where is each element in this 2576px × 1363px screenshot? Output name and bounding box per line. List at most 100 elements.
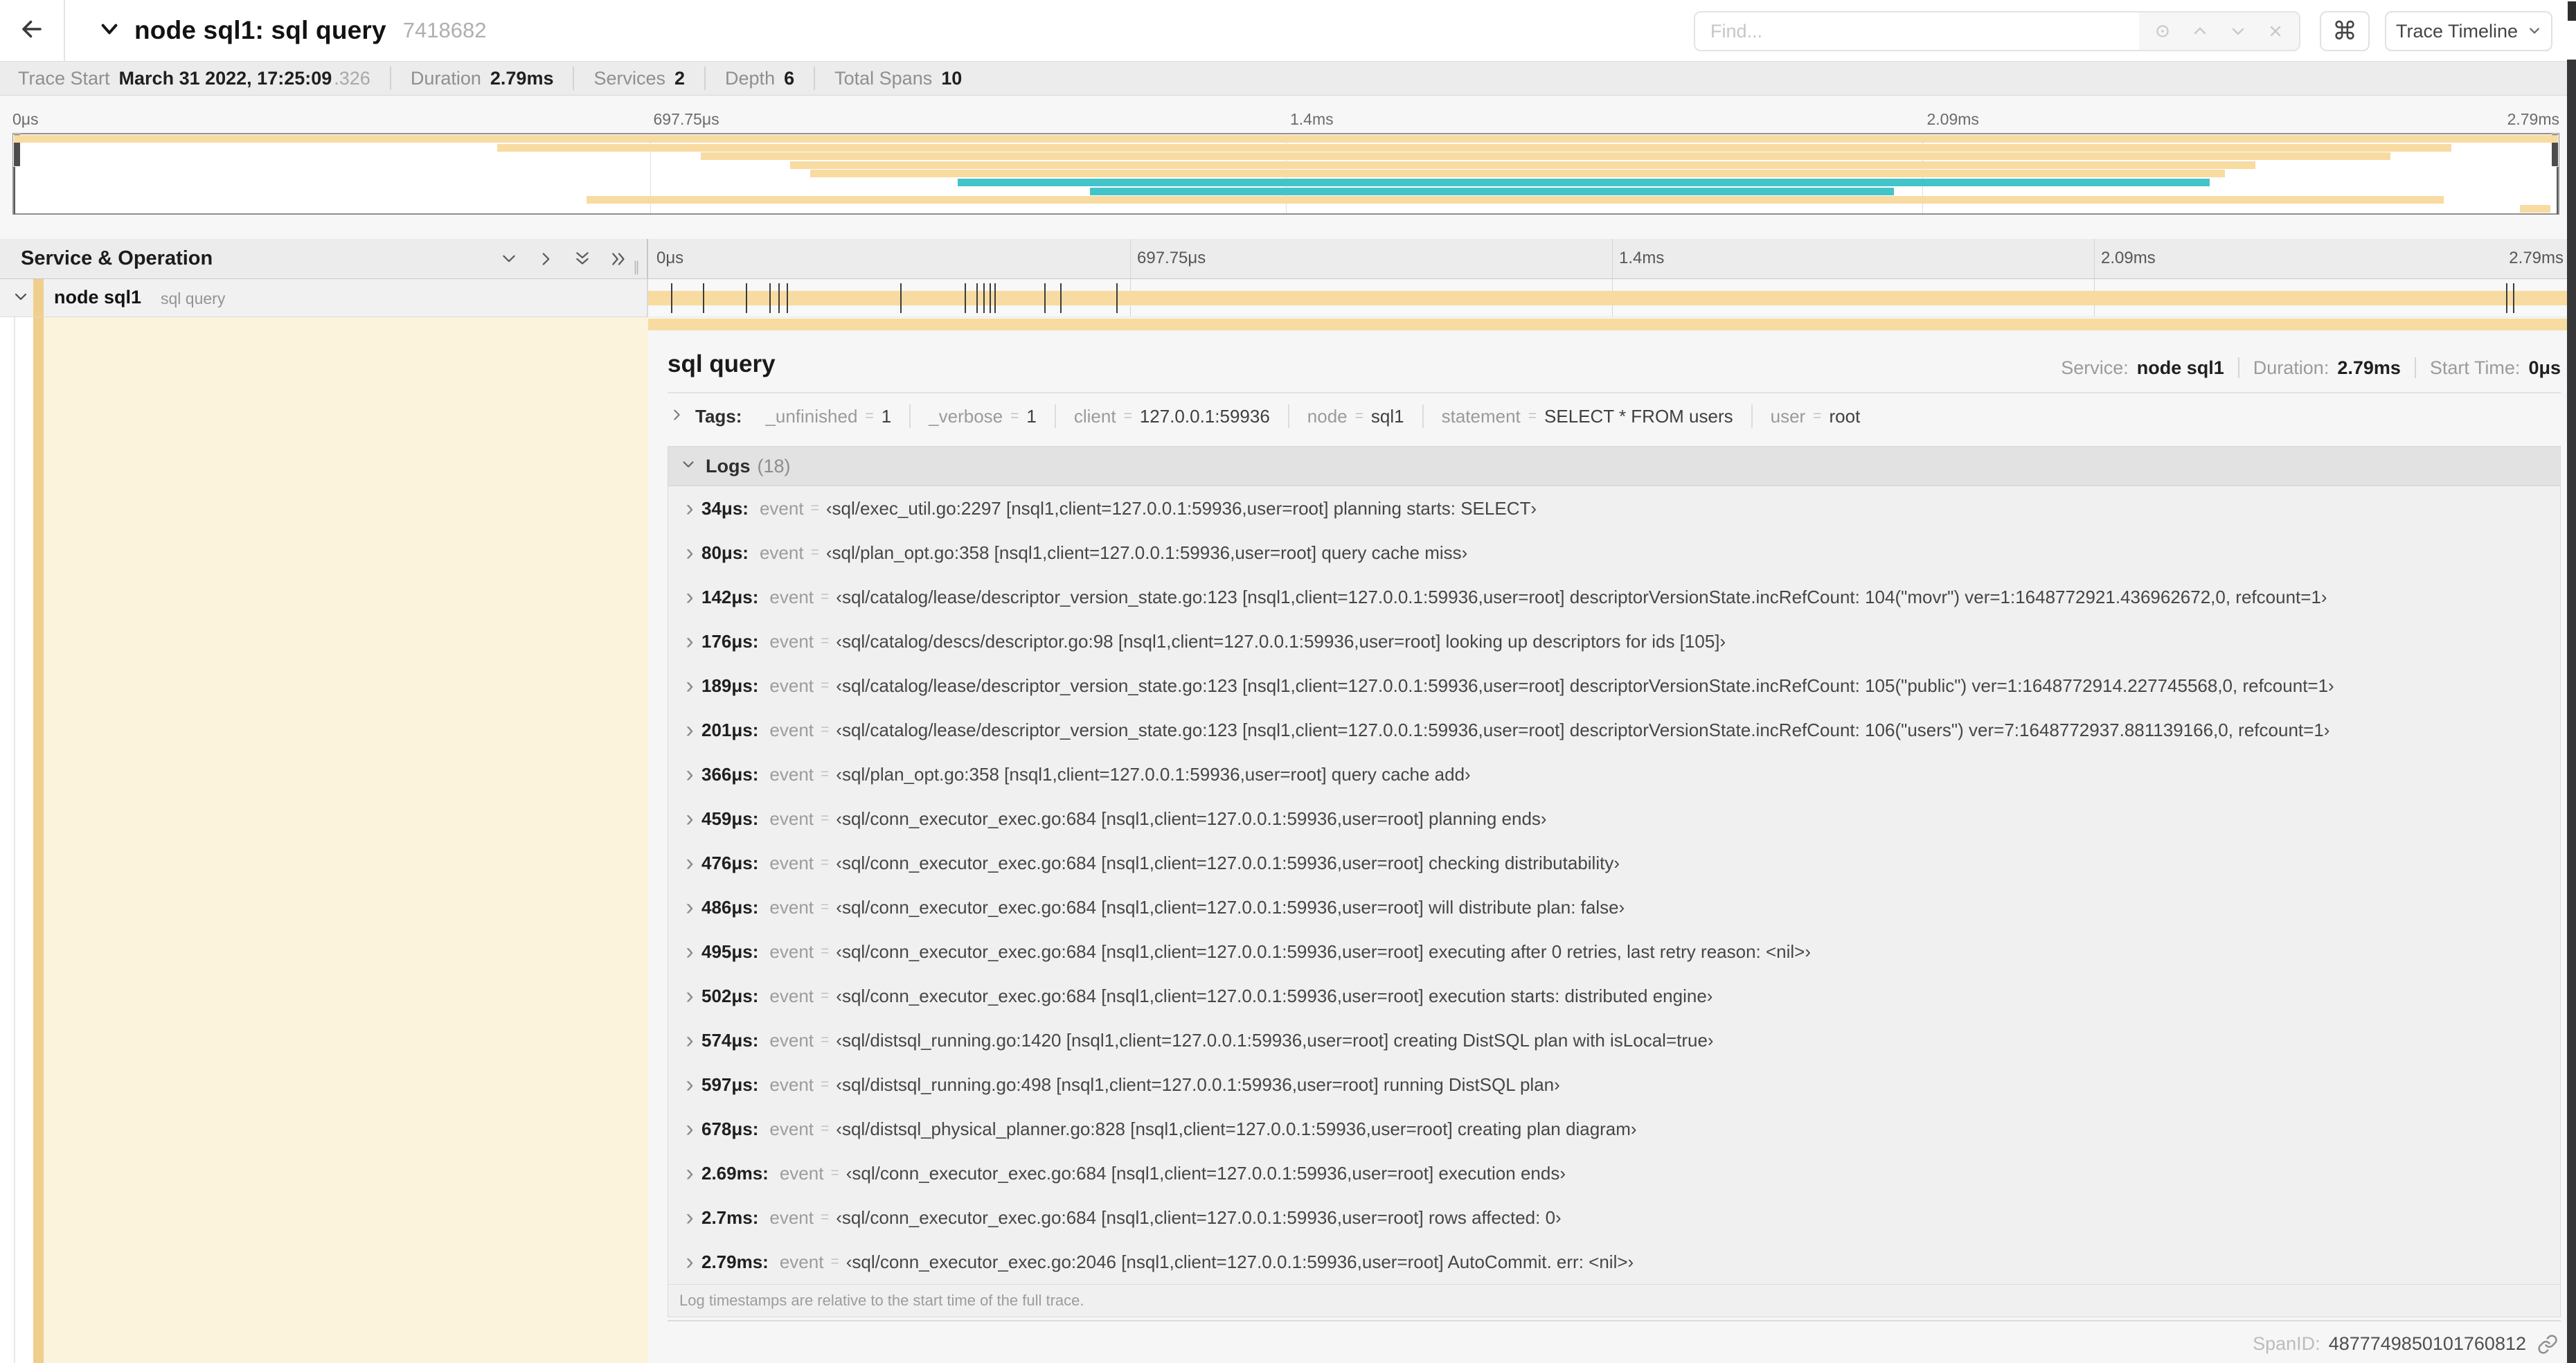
tag-equals: = — [1010, 408, 1019, 424]
log-entry[interactable]: › 597μs: event = ‹sql/distsql_running.go:498… — [668, 1062, 2560, 1107]
log-tick-mark — [976, 283, 978, 313]
tag-key: _unfinished — [765, 405, 858, 427]
log-field: event — [779, 1251, 824, 1272]
log-entry[interactable]: › 176μs: event = ‹sql/catalog/descs/descript… — [668, 619, 2560, 663]
log-entry[interactable]: › 486μs: event = ‹sql/conn_executor_exec.go:… — [668, 885, 2560, 929]
log-timestamp: 366μs: — [701, 763, 759, 785]
log-entry[interactable]: › 476μs: event = ‹sql/conn_executor_exec.go:… — [668, 841, 2560, 885]
log-value: ‹sql/distsql_running.go:498 [nsql1,clien… — [836, 1074, 1560, 1095]
log-timestamp: 574μs: — [701, 1029, 759, 1051]
log-value: ‹sql/conn_executor_exec.go:2046 [nsql1,c… — [846, 1251, 1634, 1272]
log-expand-chevron-icon[interactable]: › — [678, 807, 701, 830]
log-value: ‹sql/conn_executor_exec.go:684 [nsql1,cl… — [846, 1162, 1566, 1184]
log-entry[interactable]: › 495μs: event = ‹sql/conn_executor_exec.go:… — [668, 929, 2560, 974]
log-entry[interactable]: › 142μs: event = ‹sql/catalog/lease/descript… — [668, 575, 2560, 619]
log-entry[interactable]: › 189μs: event = ‹sql/catalog/lease/descript… — [668, 663, 2560, 708]
log-expand-chevron-icon[interactable]: › — [678, 630, 701, 653]
log-entry[interactable]: › 459μs: event = ‹sql/conn_executor_exec.go:… — [668, 796, 2560, 841]
log-entry[interactable]: › 678μs: event = ‹sql/distsql_physical_plann… — [668, 1107, 2560, 1151]
log-expand-chevron-icon[interactable]: › — [678, 585, 701, 609]
log-tick-mark — [786, 283, 788, 313]
log-timestamp: 459μs: — [701, 808, 759, 829]
log-expand-chevron-icon[interactable]: › — [678, 1250, 701, 1274]
log-equals: = — [821, 677, 830, 693]
detail-gutter-line — [14, 317, 15, 1363]
meta-duration: Duration: 2.79ms — [2237, 357, 2415, 378]
focus-match-icon[interactable] — [2149, 17, 2176, 45]
log-expand-chevron-icon[interactable]: › — [678, 896, 701, 919]
trace-timeline-page: node sql1: sql query 7418682 ⌘ Trace Tim… — [0, 0, 2576, 1363]
span-collapse-chevron-icon[interactable] — [12, 289, 29, 309]
log-expand-chevron-icon[interactable]: › — [678, 940, 701, 963]
minimap-span — [789, 161, 2255, 169]
tag-equals: = — [865, 408, 874, 424]
log-entry[interactable]: › 574μs: event = ‹sql/distsql_running.go:142… — [668, 1018, 2560, 1062]
log-expand-chevron-icon[interactable]: › — [678, 1073, 701, 1096]
prev-match-icon[interactable] — [2186, 17, 2214, 45]
log-value: ‹sql/plan_opt.go:358 [nsql1,client=127.0… — [825, 542, 1468, 563]
collapse-all-icon[interactable] — [573, 250, 591, 268]
detail-span-title: sql query — [668, 350, 776, 377]
tag-item: node = sql1 — [1287, 404, 1422, 428]
tag-equals: = — [1354, 408, 1363, 424]
log-expand-chevron-icon[interactable]: › — [678, 763, 701, 786]
tag-item: client = 127.0.0.1:59936 — [1054, 404, 1288, 428]
log-entry[interactable]: › 366μs: event = ‹sql/plan_opt.go:358 [nsql1… — [668, 752, 2560, 796]
detail-span-accent — [33, 317, 44, 1363]
span-name-cell[interactable]: node sql1 sql query — [0, 279, 648, 317]
log-equals: = — [821, 1121, 830, 1137]
log-entry[interactable]: › 502μs: event = ‹sql/conn_executor_exec.go:… — [668, 974, 2560, 1018]
log-entry[interactable]: › 2.79ms: event = ‹sql/conn_executor_exec.go… — [668, 1240, 2560, 1284]
minimap-tick-label: 0μs — [12, 110, 39, 128]
expand-one-icon[interactable] — [537, 250, 555, 268]
logs-collapse-chevron-icon[interactable] — [681, 456, 696, 477]
span-row: node sql1 sql query — [0, 279, 2576, 317]
log-expand-chevron-icon[interactable]: › — [678, 541, 701, 564]
title-collapse-chevron-icon[interactable] — [98, 18, 120, 44]
log-tick-mark — [983, 283, 985, 313]
trace-view-selector[interactable]: Trace Timeline — [2385, 11, 2552, 51]
tags-expand-chevron-icon[interactable] — [669, 406, 684, 427]
minimap-canvas[interactable] — [12, 133, 2559, 215]
expand-all-icon[interactable] — [610, 250, 628, 268]
log-entry[interactable]: › 34μs: event = ‹sql/exec_util.go:2297 [nsql… — [668, 486, 2560, 531]
span-bar-cell — [648, 279, 2576, 317]
minimap-right-scrubber[interactable] — [2551, 134, 2559, 214]
log-expand-chevron-icon[interactable]: › — [678, 851, 701, 875]
collapse-one-icon[interactable] — [500, 250, 518, 268]
minimap-left-scrubber[interactable] — [13, 134, 21, 214]
log-expand-chevron-icon[interactable]: › — [678, 1028, 701, 1052]
log-expand-chevron-icon[interactable]: › — [678, 1117, 701, 1141]
log-expand-chevron-icon[interactable]: › — [678, 984, 701, 1008]
log-expand-chevron-icon[interactable]: › — [678, 718, 701, 742]
log-expand-chevron-icon[interactable]: › — [678, 1161, 701, 1185]
column-resize-grip[interactable]: ∥ — [633, 258, 641, 276]
background-window-edge — [2567, 60, 2576, 1363]
log-entry[interactable]: › 2.69ms: event = ‹sql/conn_executor_exec.go… — [668, 1151, 2560, 1195]
minimap-span — [497, 143, 2451, 152]
span-duration-bar[interactable] — [648, 291, 2576, 305]
log-field: event — [769, 1029, 814, 1051]
log-entry[interactable]: › 80μs: event = ‹sql/plan_opt.go:358 [nsql1,… — [668, 531, 2560, 575]
log-entry[interactable]: › 201μs: event = ‹sql/catalog/lease/descript… — [668, 708, 2560, 752]
log-timestamp: 476μs: — [701, 852, 759, 873]
find-input[interactable] — [1694, 11, 2140, 51]
app-header: node sql1: sql query 7418682 ⌘ Trace Tim… — [0, 0, 2576, 61]
back-button[interactable] — [0, 0, 65, 61]
log-equals: = — [821, 1209, 830, 1225]
clear-find-icon[interactable] — [2262, 17, 2289, 45]
chevron-down-icon — [2528, 21, 2541, 42]
minimap-span — [958, 179, 2210, 186]
log-expand-chevron-icon[interactable]: › — [678, 1206, 701, 1229]
log-field: event — [769, 586, 814, 607]
keyboard-shortcuts-button[interactable]: ⌘ — [2320, 11, 2370, 51]
log-entry[interactable]: › 2.7ms: event = ‹sql/conn_executor_exec.go:… — [668, 1195, 2560, 1240]
log-field: event — [769, 808, 814, 829]
deep-link-icon[interactable] — [2537, 1334, 2558, 1355]
log-expand-chevron-icon[interactable]: › — [678, 497, 701, 520]
next-match-icon[interactable] — [2224, 17, 2252, 45]
logs-header[interactable]: Logs (18) — [668, 447, 2560, 486]
log-expand-chevron-icon[interactable]: › — [678, 674, 701, 697]
logs-footer-note: Log timestamps are relative to the start… — [668, 1284, 2560, 1317]
tags-row[interactable]: Tags: _unfinished = 1 _verbose = 1 client = 127.… — [668, 393, 2561, 440]
